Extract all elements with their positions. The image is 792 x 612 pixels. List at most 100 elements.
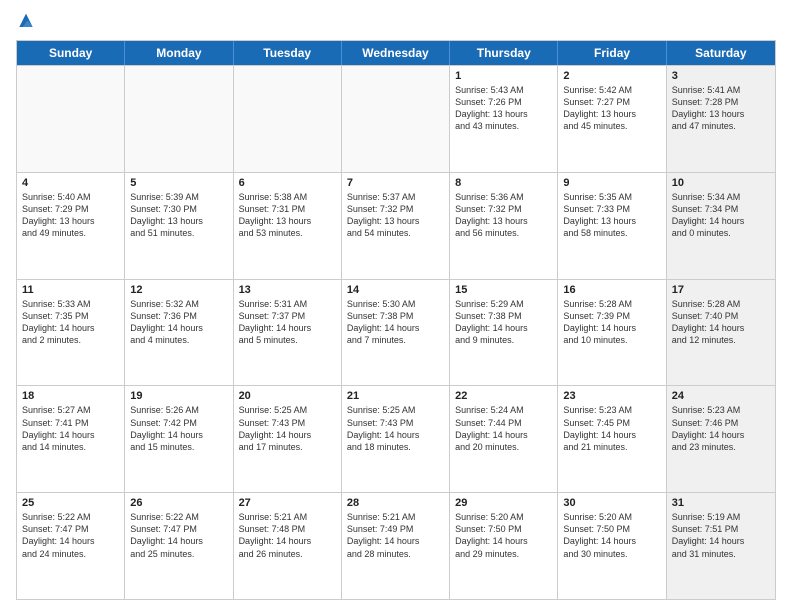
calendar-row: 4 Sunrise: 5:40 AM Sunset: 7:29 PM Daylig… (17, 172, 775, 279)
calendar-cell: 25 Sunrise: 5:22 AM Sunset: 7:47 PM Dayli… (17, 493, 125, 599)
cell-info: Sunrise: 5:23 AM Sunset: 7:46 PM Dayligh… (672, 404, 770, 453)
cell-info: Sunrise: 5:29 AM Sunset: 7:38 PM Dayligh… (455, 298, 552, 347)
day-number: 8 (455, 177, 552, 189)
cell-info: Sunrise: 5:21 AM Sunset: 7:48 PM Dayligh… (239, 511, 336, 560)
calendar-cell: 4 Sunrise: 5:40 AM Sunset: 7:29 PM Daylig… (17, 173, 125, 279)
cell-info: Sunrise: 5:43 AM Sunset: 7:26 PM Dayligh… (455, 84, 552, 133)
calendar-cell: 30 Sunrise: 5:20 AM Sunset: 7:50 PM Dayli… (558, 493, 666, 599)
cell-info: Sunrise: 5:41 AM Sunset: 7:28 PM Dayligh… (672, 84, 770, 133)
calendar-cell: 5Sunrise: 5:39 AM Sunset: 7:30 PM Daylig… (125, 173, 233, 279)
calendar-cell: 18 Sunrise: 5:27 AM Sunset: 7:41 PM Dayli… (17, 386, 125, 492)
logo (16, 12, 40, 32)
cell-info: Sunrise: 5:26 AM Sunset: 7:42 PM Dayligh… (130, 404, 227, 453)
day-number: 10 (672, 177, 770, 189)
calendar-cell: 11Sunrise: 5:33 AM Sunset: 7:35 PM Dayli… (17, 280, 125, 386)
day-number: 26 (130, 497, 227, 509)
calendar-row: 18 Sunrise: 5:27 AM Sunset: 7:41 PM Dayli… (17, 385, 775, 492)
calendar-cell: 17 Sunrise: 5:28 AM Sunset: 7:40 PM Dayli… (667, 280, 775, 386)
cell-info: Sunrise: 5:22 AM Sunset: 7:47 PM Dayligh… (22, 511, 119, 560)
calendar-row: 11Sunrise: 5:33 AM Sunset: 7:35 PM Dayli… (17, 279, 775, 386)
calendar-row: 1 Sunrise: 5:43 AM Sunset: 7:26 PM Daylig… (17, 65, 775, 172)
day-number: 17 (672, 284, 770, 296)
cell-info: Sunrise: 5:31 AM Sunset: 7:37 PM Dayligh… (239, 298, 336, 347)
cell-info: Sunrise: 5:35 AM Sunset: 7:33 PM Dayligh… (563, 191, 660, 240)
calendar-cell: 14 Sunrise: 5:30 AM Sunset: 7:38 PM Dayli… (342, 280, 450, 386)
weekday-header: Friday (558, 41, 666, 65)
day-number: 19 (130, 390, 227, 402)
calendar-cell: 1 Sunrise: 5:43 AM Sunset: 7:26 PM Daylig… (450, 66, 558, 172)
calendar-cell: 28 Sunrise: 5:21 AM Sunset: 7:49 PM Dayli… (342, 493, 450, 599)
calendar-cell: 24 Sunrise: 5:23 AM Sunset: 7:46 PM Dayli… (667, 386, 775, 492)
day-number: 23 (563, 390, 660, 402)
cell-info: Sunrise: 5:25 AM Sunset: 7:43 PM Dayligh… (239, 404, 336, 453)
day-number: 22 (455, 390, 552, 402)
day-number: 31 (672, 497, 770, 509)
calendar-cell: 31 Sunrise: 5:19 AM Sunset: 7:51 PM Dayli… (667, 493, 775, 599)
calendar-cell: 23 Sunrise: 5:23 AM Sunset: 7:45 PM Dayli… (558, 386, 666, 492)
logo-icon (16, 12, 36, 32)
calendar-cell: 7Sunrise: 5:37 AM Sunset: 7:32 PM Daylig… (342, 173, 450, 279)
cell-info: Sunrise: 5:20 AM Sunset: 7:50 PM Dayligh… (563, 511, 660, 560)
calendar-cell: 26 Sunrise: 5:22 AM Sunset: 7:47 PM Dayli… (125, 493, 233, 599)
cell-info: Sunrise: 5:36 AM Sunset: 7:32 PM Dayligh… (455, 191, 552, 240)
weekday-header: Wednesday (342, 41, 450, 65)
calendar-cell: 12 Sunrise: 5:32 AM Sunset: 7:36 PM Dayli… (125, 280, 233, 386)
weekday-header: Monday (125, 41, 233, 65)
day-number: 27 (239, 497, 336, 509)
cell-info: Sunrise: 5:40 AM Sunset: 7:29 PM Dayligh… (22, 191, 119, 240)
day-number: 4 (22, 177, 119, 189)
cell-info: Sunrise: 5:23 AM Sunset: 7:45 PM Dayligh… (563, 404, 660, 453)
weekday-header: Saturday (667, 41, 775, 65)
cell-info: Sunrise: 5:30 AM Sunset: 7:38 PM Dayligh… (347, 298, 444, 347)
cell-info: Sunrise: 5:34 AM Sunset: 7:34 PM Dayligh… (672, 191, 770, 240)
day-number: 21 (347, 390, 444, 402)
day-number: 24 (672, 390, 770, 402)
day-number: 2 (563, 70, 660, 82)
cell-info: Sunrise: 5:33 AM Sunset: 7:35 PM Dayligh… (22, 298, 119, 347)
day-number: 12 (130, 284, 227, 296)
weekday-header: Thursday (450, 41, 558, 65)
weekday-header: Tuesday (234, 41, 342, 65)
day-number: 18 (22, 390, 119, 402)
calendar-cell: 13Sunrise: 5:31 AM Sunset: 7:37 PM Dayli… (234, 280, 342, 386)
day-number: 29 (455, 497, 552, 509)
calendar-cell (234, 66, 342, 172)
calendar-cell: 27 Sunrise: 5:21 AM Sunset: 7:48 PM Dayli… (234, 493, 342, 599)
day-number: 14 (347, 284, 444, 296)
day-number: 30 (563, 497, 660, 509)
day-number: 25 (22, 497, 119, 509)
cell-info: Sunrise: 5:19 AM Sunset: 7:51 PM Dayligh… (672, 511, 770, 560)
day-number: 20 (239, 390, 336, 402)
cell-info: Sunrise: 5:22 AM Sunset: 7:47 PM Dayligh… (130, 511, 227, 560)
page: SundayMondayTuesdayWednesdayThursdayFrid… (0, 0, 792, 612)
calendar-cell: 16Sunrise: 5:28 AM Sunset: 7:39 PM Dayli… (558, 280, 666, 386)
calendar-body: 1 Sunrise: 5:43 AM Sunset: 7:26 PM Daylig… (17, 65, 775, 599)
calendar-cell: 15Sunrise: 5:29 AM Sunset: 7:38 PM Dayli… (450, 280, 558, 386)
cell-info: Sunrise: 5:37 AM Sunset: 7:32 PM Dayligh… (347, 191, 444, 240)
calendar-cell: 3 Sunrise: 5:41 AM Sunset: 7:28 PM Daylig… (667, 66, 775, 172)
cell-info: Sunrise: 5:25 AM Sunset: 7:43 PM Dayligh… (347, 404, 444, 453)
calendar-cell: 29 Sunrise: 5:20 AM Sunset: 7:50 PM Dayli… (450, 493, 558, 599)
day-number: 6 (239, 177, 336, 189)
day-number: 3 (672, 70, 770, 82)
cell-info: Sunrise: 5:27 AM Sunset: 7:41 PM Dayligh… (22, 404, 119, 453)
cell-info: Sunrise: 5:32 AM Sunset: 7:36 PM Dayligh… (130, 298, 227, 347)
cell-info: Sunrise: 5:24 AM Sunset: 7:44 PM Dayligh… (455, 404, 552, 453)
header (16, 12, 776, 32)
calendar-cell: 9 Sunrise: 5:35 AM Sunset: 7:33 PM Daylig… (558, 173, 666, 279)
day-number: 1 (455, 70, 552, 82)
day-number: 16 (563, 284, 660, 296)
calendar-cell: 19 Sunrise: 5:26 AM Sunset: 7:42 PM Dayli… (125, 386, 233, 492)
cell-info: Sunrise: 5:28 AM Sunset: 7:40 PM Dayligh… (672, 298, 770, 347)
calendar-cell: 8 Sunrise: 5:36 AM Sunset: 7:32 PM Daylig… (450, 173, 558, 279)
calendar-header: SundayMondayTuesdayWednesdayThursdayFrid… (17, 41, 775, 65)
calendar-cell: 22 Sunrise: 5:24 AM Sunset: 7:44 PM Dayli… (450, 386, 558, 492)
calendar-cell (342, 66, 450, 172)
calendar-cell (17, 66, 125, 172)
cell-info: Sunrise: 5:21 AM Sunset: 7:49 PM Dayligh… (347, 511, 444, 560)
cell-info: Sunrise: 5:42 AM Sunset: 7:27 PM Dayligh… (563, 84, 660, 133)
cell-info: Sunrise: 5:20 AM Sunset: 7:50 PM Dayligh… (455, 511, 552, 560)
day-number: 28 (347, 497, 444, 509)
day-number: 9 (563, 177, 660, 189)
calendar-cell (125, 66, 233, 172)
